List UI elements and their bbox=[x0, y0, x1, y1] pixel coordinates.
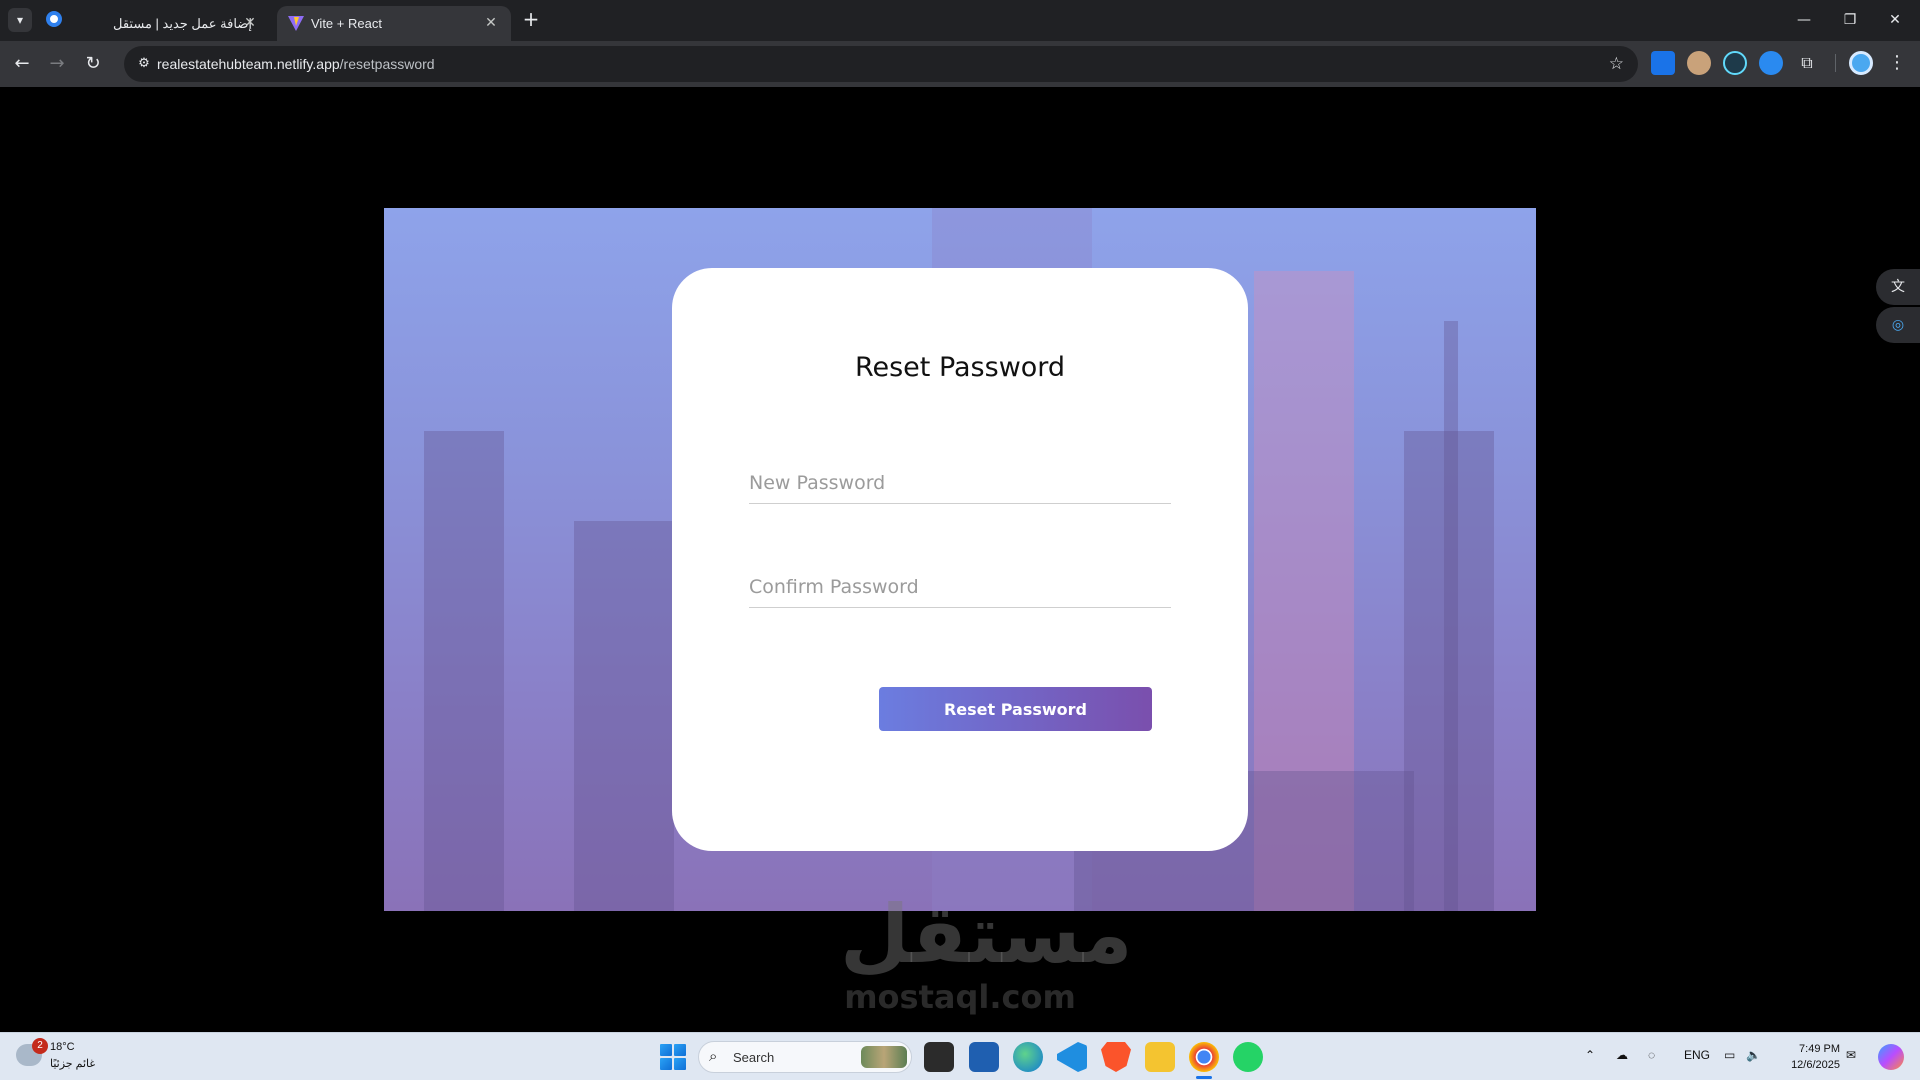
tab-mostaql[interactable]: إضافة عمل جديد | مستقل ✕ bbox=[38, 6, 270, 41]
start-button[interactable] bbox=[660, 1044, 686, 1070]
new-password-input[interactable] bbox=[749, 464, 1171, 502]
new-password-field-wrapper bbox=[749, 464, 1171, 504]
reload-button[interactable]: ↻ bbox=[80, 51, 106, 77]
building-shape bbox=[574, 521, 674, 911]
forward-button[interactable]: → bbox=[44, 51, 70, 77]
system-clock[interactable]: 7:49 PM 12/6/2025 bbox=[1772, 1041, 1840, 1073]
microsoft-store-icon[interactable] bbox=[969, 1042, 999, 1072]
browser-toolbar: ← → ↻ ⚙ realestatehubteam.netlify.app/re… bbox=[0, 41, 1920, 87]
site-info-icon[interactable]: ⚙ bbox=[132, 52, 156, 76]
chrome-icon[interactable] bbox=[1189, 1042, 1219, 1072]
minimize-button[interactable]: — bbox=[1789, 8, 1819, 32]
close-tab-icon[interactable]: ✕ bbox=[240, 12, 260, 32]
profile-avatar[interactable] bbox=[1849, 51, 1873, 75]
new-tab-button[interactable]: + bbox=[520, 8, 542, 32]
taskbar-search[interactable]: ⌕ Search bbox=[698, 1041, 912, 1073]
windows-taskbar: 2 18°C غائم جزئيًا ⌕ Search ⌃ ☁ ◌ ENG ▭ … bbox=[0, 1032, 1920, 1080]
search-icon: ⌕ bbox=[709, 1047, 718, 1065]
reset-password-card: Reset Password Reset Password bbox=[672, 268, 1248, 851]
watermark-latin: mostaql.com bbox=[844, 978, 1076, 1016]
active-app-indicator bbox=[1196, 1076, 1212, 1079]
windows-logo-icon bbox=[674, 1044, 686, 1056]
restore-button[interactable]: ❐ bbox=[1835, 8, 1865, 32]
toolbar-separator bbox=[1835, 54, 1836, 72]
reset-password-button[interactable]: Reset Password bbox=[879, 687, 1152, 731]
google-translate-extension-icon[interactable] bbox=[1651, 51, 1675, 75]
tab-vite-react[interactable]: Vite + React ✕ bbox=[277, 6, 511, 41]
bookmark-star-icon[interactable]: ☆ bbox=[1609, 53, 1624, 75]
clock-time: 7:49 PM bbox=[1799, 1043, 1840, 1055]
tab-title: إضافة عمل جديد | مستقل bbox=[113, 16, 252, 31]
vite-favicon-icon bbox=[288, 16, 304, 31]
address-bar[interactable]: ⚙ realestatehubteam.netlify.app/resetpas… bbox=[124, 46, 1638, 82]
translate-side-icon[interactable]: 文 bbox=[1876, 269, 1920, 305]
tab-title: Vite + React bbox=[311, 16, 382, 31]
tray-app-icon[interactable]: ◌ bbox=[1648, 1048, 1655, 1062]
confirm-password-input[interactable] bbox=[749, 568, 1171, 606]
back-button[interactable]: ← bbox=[9, 51, 35, 77]
brave-icon[interactable] bbox=[1101, 1042, 1131, 1072]
building-shape bbox=[424, 431, 504, 911]
side-extension-icon[interactable]: ◎ bbox=[1876, 307, 1920, 343]
language-indicator[interactable]: ENG bbox=[1684, 1048, 1710, 1062]
edge-icon[interactable] bbox=[1013, 1042, 1043, 1072]
search-highlight-image bbox=[861, 1046, 907, 1068]
notifications-icon[interactable]: ✉ bbox=[1846, 1048, 1856, 1062]
cloud-offline-icon[interactable]: ☁ bbox=[1616, 1048, 1628, 1062]
close-window-button[interactable]: ✕ bbox=[1880, 8, 1910, 32]
windows-logo-icon bbox=[660, 1044, 672, 1056]
show-hidden-icons-icon[interactable]: ⌃ bbox=[1585, 1048, 1595, 1062]
whatsapp-icon[interactable] bbox=[1233, 1042, 1263, 1072]
vscode-icon[interactable] bbox=[1057, 1042, 1087, 1072]
city-background: Reset Password Reset Password bbox=[384, 208, 1536, 911]
weather-condition: غائم جزئيًا bbox=[50, 1058, 96, 1070]
extension-icon[interactable] bbox=[1759, 51, 1783, 75]
volume-icon[interactable]: 🔈 bbox=[1746, 1048, 1761, 1062]
watermark-arabic: مستقل bbox=[840, 888, 1133, 981]
windows-logo-icon bbox=[674, 1058, 686, 1070]
tower-spire-shape bbox=[1444, 321, 1458, 911]
weather-widget[interactable]: 2 18°C غائم جزئيًا bbox=[16, 1038, 106, 1076]
network-icon[interactable]: ▭ bbox=[1724, 1048, 1735, 1062]
mostaql-favicon-icon bbox=[46, 11, 62, 27]
url-text[interactable]: realestatehubteam.netlify.app/resetpassw… bbox=[157, 56, 435, 72]
mostaql-watermark: مستقل mostaql.com bbox=[840, 880, 1133, 1020]
copilot-icon[interactable] bbox=[1878, 1044, 1904, 1070]
file-explorer-icon[interactable] bbox=[1145, 1042, 1175, 1072]
confirm-password-field-wrapper bbox=[749, 568, 1171, 608]
browser-menu-icon[interactable]: ⋮ bbox=[1885, 51, 1909, 75]
notification-badge: 2 bbox=[32, 1038, 48, 1054]
extensions-puzzle-icon[interactable]: ⧉ bbox=[1795, 51, 1819, 75]
windows-logo-icon bbox=[660, 1058, 672, 1070]
tab-strip: ▾ إضافة عمل جديد | مستقل ✕ Vite + React … bbox=[0, 0, 1920, 41]
weather-temperature: 18°C bbox=[50, 1041, 75, 1053]
task-view-icon[interactable] bbox=[924, 1042, 954, 1072]
tab-search-button[interactable]: ▾ bbox=[8, 8, 32, 32]
clock-date: 12/6/2025 bbox=[1791, 1059, 1840, 1071]
extension-icon[interactable] bbox=[1687, 51, 1711, 75]
search-label: Search bbox=[733, 1050, 775, 1065]
close-tab-icon[interactable]: ✕ bbox=[481, 12, 501, 32]
react-devtools-extension-icon[interactable] bbox=[1723, 51, 1747, 75]
page-title: Reset Password bbox=[854, 352, 1066, 383]
